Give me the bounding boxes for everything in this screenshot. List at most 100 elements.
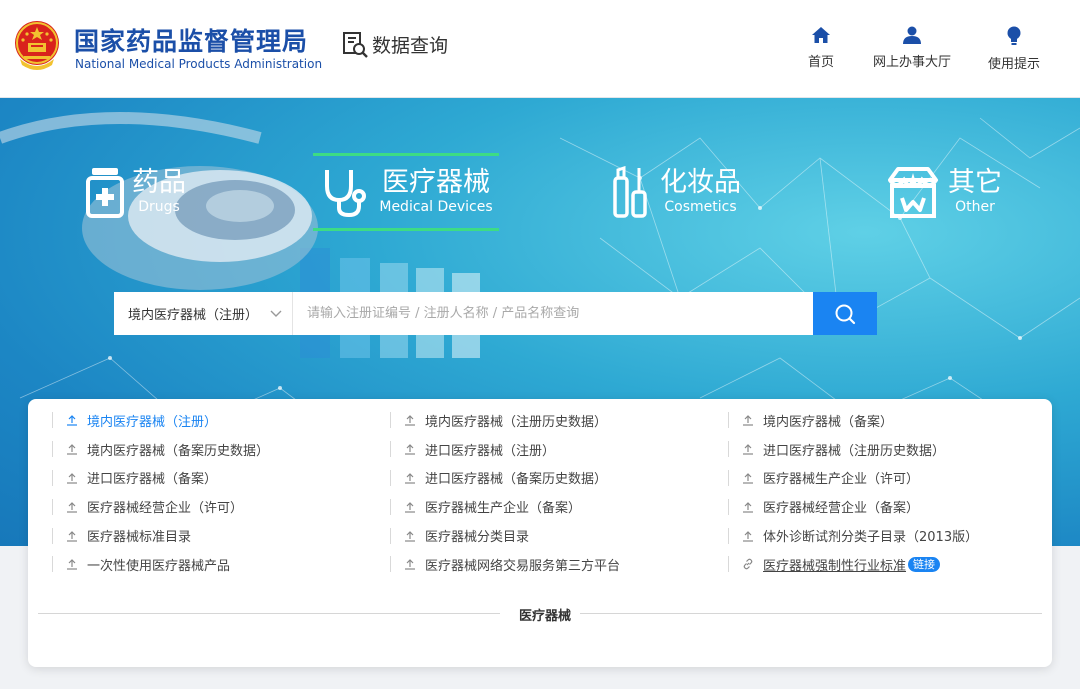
database-link-label: 医疗器械生产企业（备案） (425, 501, 582, 517)
database-link-item[interactable]: 医疗器械标准目录 (52, 527, 390, 546)
category-other-en: Other (955, 199, 995, 215)
lightbulb-icon (1007, 26, 1021, 45)
section-label: 医疗器械 (518, 609, 571, 624)
upload-arrow-icon (405, 530, 415, 542)
database-link-label: 医疗器械标准目录 (87, 530, 192, 546)
data-query-link[interactable]: 数据查询 (342, 30, 448, 58)
database-link-item[interactable]: 境内医疗器械（注册） (52, 412, 390, 430)
category-drugs[interactable]: 药品 Drugs (86, 156, 196, 228)
divider-line-right (580, 613, 1042, 614)
nav-online-hall[interactable]: 网上办事大厅 (873, 26, 951, 70)
data-query-label: 数据查询 (372, 34, 449, 57)
upload-arrow-icon (67, 444, 77, 455)
upload-arrow-icon (67, 530, 77, 542)
nav-home[interactable]: 首页 (808, 26, 834, 70)
search-bar: 境内医疗器械（注册） (114, 292, 877, 335)
stethoscope-icon (325, 170, 367, 218)
upload-arrow-icon (67, 501, 77, 513)
database-link-item[interactable]: 一次性使用医疗器械产品 (52, 556, 390, 574)
agency-title-en: National Medical Products Administration (75, 57, 323, 71)
database-link-item[interactable]: 境内医疗器械（备案历史数据） (52, 441, 390, 459)
database-link-label: 进口医疗器械（注册历史数据） (763, 443, 946, 459)
database-link-item[interactable]: 医疗器械生产企业（许可） (728, 469, 1048, 488)
category-other-cn: 其它 (948, 167, 1002, 198)
upload-arrow-icon (405, 473, 415, 484)
link-chain-icon (743, 559, 753, 570)
category-medical-devices-cn: 医疗器械 (381, 167, 490, 198)
site-header: 国家药品监督管理局 National Medical Products Admi… (0, 0, 1080, 98)
category-medical-devices-en: Medical Devices (379, 199, 493, 215)
search-button[interactable] (813, 292, 877, 335)
database-select[interactable]: 境内医疗器械（注册） (114, 292, 293, 335)
chevron-down-icon (270, 310, 282, 317)
database-link-item[interactable]: 境内医疗器械（备案） (728, 412, 1048, 430)
upload-arrow-icon (743, 415, 753, 426)
database-link-item[interactable]: 医疗器械网络交易服务第三方平台 (390, 556, 728, 574)
external-link-badge: 链接 (908, 556, 941, 572)
database-links-grid: 境内医疗器械（注册） 境内医疗器械（注册历史数据） 境内医疗器械（备案） 境内医疗器械… (52, 406, 1052, 579)
database-link-label: 境内医疗器械（备案历史数据） (87, 443, 270, 459)
nav-home-label: 首页 (808, 55, 835, 70)
category-other[interactable]: 其它 Other (886, 156, 1004, 228)
category-cosmetics[interactable]: 化妆品 Cosmetics (612, 156, 752, 228)
database-link-item[interactable]: 体外诊断试剂分类子目录（2013版） (728, 527, 1048, 546)
nav-usage-tips[interactable]: 使用提示 (988, 26, 1040, 72)
database-select-value: 境内医疗器械（注册） (128, 308, 259, 323)
database-link-label: 体外诊断试剂分类子目录（2013版） (763, 530, 979, 546)
database-link-item[interactable]: 境内医疗器械（注册历史数据） (390, 412, 728, 430)
section-divider: 医疗器械 (38, 605, 1042, 624)
database-link-label: 医疗器械生产企业（许可） (763, 472, 920, 488)
upload-arrow-icon (743, 501, 753, 513)
upload-arrow-icon (743, 530, 753, 542)
search-input[interactable] (293, 292, 813, 335)
database-link-label: 一次性使用医疗器械产品 (87, 558, 231, 574)
database-links-panel: 境内医疗器械（注册） 境内医疗器械（注册历史数据） 境内医疗器械（备案） 境内医疗器械… (28, 399, 1052, 667)
category-cosmetics-en: Cosmetics (664, 199, 737, 215)
category-cosmetics-cn: 化妆品 (660, 167, 741, 198)
home-icon (812, 27, 830, 43)
database-link-item[interactable]: 进口医疗器械（注册） (390, 441, 728, 459)
category-drugs-cn: 药品 (132, 167, 186, 198)
medicine-bottle-icon (86, 168, 124, 218)
category-medical-devices[interactable]: 医疗器械 Medical Devices (313, 153, 499, 231)
database-link-item[interactable]: 进口医疗器械（注册历史数据） (728, 441, 1048, 459)
user-icon (903, 26, 921, 44)
database-link-label: 境内医疗器械（注册历史数据） (425, 414, 608, 430)
database-link-item[interactable]: 医疗器械经营企业（许可） (52, 498, 390, 517)
national-emblem-icon (15, 21, 59, 70)
upload-arrow-icon (405, 501, 415, 513)
database-link-label: 医疗器械经营企业（备案） (763, 501, 920, 517)
database-link-item[interactable]: 医疗器械经营企业（备案） (728, 498, 1048, 517)
data-query-icon (343, 32, 368, 58)
database-link-label: 境内医疗器械（注册） (87, 414, 218, 430)
database-link-item[interactable]: 医疗器械强制性行业标准 链接 (728, 556, 1048, 574)
agency-title-cn: 国家药品监督管理局 (74, 27, 309, 56)
nav-online-hall-label: 网上办事大厅 (873, 55, 952, 70)
database-link-label: 医疗器械经营企业（许可） (87, 501, 244, 517)
upload-arrow-icon (743, 444, 753, 455)
nav-usage-tips-label: 使用提示 (988, 57, 1041, 72)
search-icon (835, 304, 856, 324)
database-link-item[interactable]: 医疗器械分类目录 (390, 527, 728, 546)
upload-arrow-icon (405, 415, 415, 426)
upload-arrow-icon (405, 444, 415, 455)
database-link-label: 医疗器械网络交易服务第三方平台 (425, 558, 621, 574)
database-link-item[interactable]: 医疗器械生产企业（备案） (390, 498, 728, 517)
database-link-item[interactable]: 进口医疗器械（备案历史数据） (390, 469, 728, 488)
upload-arrow-icon (67, 415, 77, 426)
upload-arrow-icon (743, 473, 753, 484)
database-link-label: 进口医疗器械（备案） (87, 472, 218, 488)
cosmetics-icon (613, 166, 647, 218)
database-link-label: 进口医疗器械（注册） (425, 443, 556, 459)
upload-arrow-icon (67, 559, 77, 570)
database-link-label: 境内医疗器械（备案） (763, 414, 894, 430)
divider-line-left (38, 613, 500, 614)
store-icon (888, 167, 938, 218)
database-link-item[interactable]: 进口医疗器械（备案） (52, 469, 390, 488)
upload-arrow-icon (67, 473, 77, 484)
database-link-label: 进口医疗器械（备案历史数据） (425, 472, 608, 488)
database-link-label: 医疗器械分类目录 (425, 530, 530, 546)
category-drugs-en: Drugs (138, 199, 180, 215)
upload-arrow-icon (405, 559, 415, 570)
database-link-label: 医疗器械强制性行业标准 (763, 558, 907, 574)
